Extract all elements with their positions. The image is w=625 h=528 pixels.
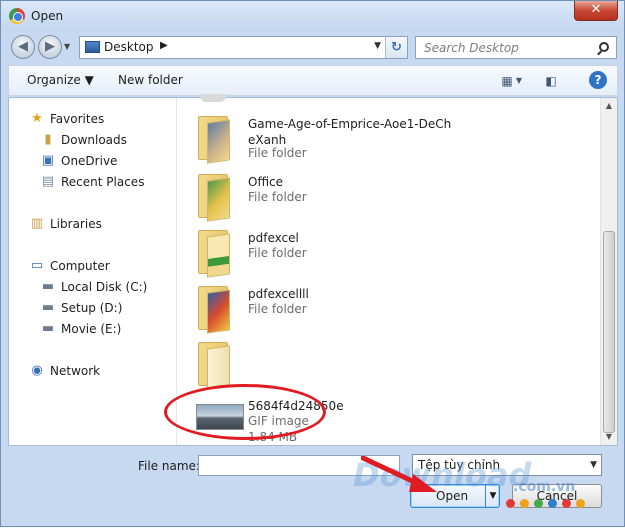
list-item[interactable]: Game-Age-of-Emprice-Aoe1-DeCh eXanh File …: [188, 112, 588, 168]
drive-icon: ▬: [41, 321, 55, 336]
annotation-arrow-icon: [361, 456, 437, 492]
watermark-domain: .com.vn: [513, 479, 576, 495]
sidebar-item-label: Computer: [50, 259, 110, 273]
list-item[interactable]: pdfexcel File folder: [188, 226, 588, 282]
folder-icon: [198, 286, 230, 334]
help-icon[interactable]: ?: [589, 71, 607, 89]
scroll-up-icon[interactable]: ▲: [601, 98, 617, 114]
folder-icon: [198, 116, 230, 164]
onedrive-icon: ▣: [41, 153, 55, 168]
computer-icon: ▭: [30, 258, 44, 273]
sidebar-item-label: OneDrive: [61, 154, 118, 168]
sidebar-item-label: Local Disk (C:): [61, 280, 148, 294]
star-icon: ★: [31, 111, 43, 126]
navigation-pane: ★ Favorites ▮ Downloads ▣ OneDrive ▤ Rec…: [9, 98, 177, 445]
drive-icon: ▬: [41, 300, 55, 315]
preview-pane-icon[interactable]: ◧: [541, 71, 561, 91]
back-button[interactable]: ◀: [11, 35, 35, 59]
file-name-label: File name:: [138, 459, 200, 473]
file-type: File folder: [248, 246, 307, 260]
organize-button[interactable]: Organize ▼: [27, 73, 94, 87]
content-area: ★ Favorites ▮ Downloads ▣ OneDrive ▤ Rec…: [8, 94, 618, 446]
folder-icon: [198, 230, 230, 278]
search-input[interactable]: Search Desktop: [415, 36, 617, 59]
address-bar[interactable]: Desktop ▶ ▼ ↻: [79, 36, 408, 59]
address-breadcrumb-desktop[interactable]: Desktop: [104, 40, 154, 54]
sidebar-item-label: Downloads: [61, 133, 127, 147]
sidebar-item-label: Network: [50, 364, 101, 378]
view-dropdown-icon[interactable]: ▼: [509, 71, 529, 91]
window-title: Open: [31, 9, 64, 23]
breadcrumb-chevron-icon[interactable]: ▶: [160, 40, 168, 51]
address-dropdown-icon[interactable]: ▼: [374, 41, 381, 51]
file-name: pdfexcellll: [248, 287, 309, 301]
downloads-folder-icon: ▮: [44, 132, 52, 147]
search-placeholder: Search Desktop: [424, 41, 519, 55]
forward-button[interactable]: ▶: [38, 35, 62, 59]
watermark-dots: [506, 499, 606, 509]
list-item[interactable]: pdfexcellll File folder: [188, 282, 588, 338]
scroll-down-icon[interactable]: ▼: [601, 429, 617, 445]
desktop-icon: [85, 41, 100, 53]
sidebar-item-label: Libraries: [50, 217, 102, 231]
recent-locations-dropdown[interactable]: ▼: [64, 42, 74, 52]
file-name: Office: [248, 175, 284, 189]
close-button[interactable]: ✕: [574, 1, 618, 21]
folder-icon: [198, 174, 230, 222]
sidebar-item-label: Favorites: [50, 112, 105, 126]
file-type: File folder: [248, 302, 307, 316]
open-dialog: Open ✕ ◀ ▶ ▼ Desktop ▶ ▼ ↻ Search Deskto…: [0, 0, 625, 527]
sidebar-item-label: Movie (E:): [61, 322, 122, 336]
annotation-ellipse: [164, 384, 326, 440]
folder-icon: [198, 342, 230, 390]
organize-label: Organize: [27, 73, 81, 87]
scroll-thumb[interactable]: [603, 231, 615, 433]
libraries-icon: ▥: [30, 216, 44, 231]
drive-icon: ▬: [41, 279, 55, 294]
new-folder-button[interactable]: New folder: [118, 73, 183, 87]
navigation-bar: ◀ ▶ ▼ Desktop ▶ ▼ ↻ Search Desktop: [1, 31, 624, 63]
file-type: File folder: [248, 190, 307, 204]
list-item[interactable]: Office File folder: [188, 170, 588, 226]
chrome-icon: [9, 8, 25, 24]
network-icon: ◉: [31, 363, 43, 378]
file-name: Game-Age-of-Emprice-Aoe1-DeCh eXanh: [248, 117, 452, 147]
partial-item-icon: [200, 94, 226, 102]
title-bar: Open ✕: [1, 1, 624, 31]
recent-places-icon: ▤: [41, 174, 55, 189]
refresh-button[interactable]: ↻: [385, 37, 407, 58]
file-type: File folder: [248, 146, 307, 160]
sidebar-item-label: Setup (D:): [61, 301, 123, 315]
file-name: pdfexcel: [248, 231, 299, 245]
sidebar-item-label: Recent Places: [61, 175, 145, 189]
command-bar: Organize ▼ New folder ▦ ▼ ◧ ?: [8, 65, 618, 96]
vertical-scrollbar[interactable]: ▲ ▼: [600, 98, 617, 445]
search-icon[interactable]: [599, 42, 609, 52]
